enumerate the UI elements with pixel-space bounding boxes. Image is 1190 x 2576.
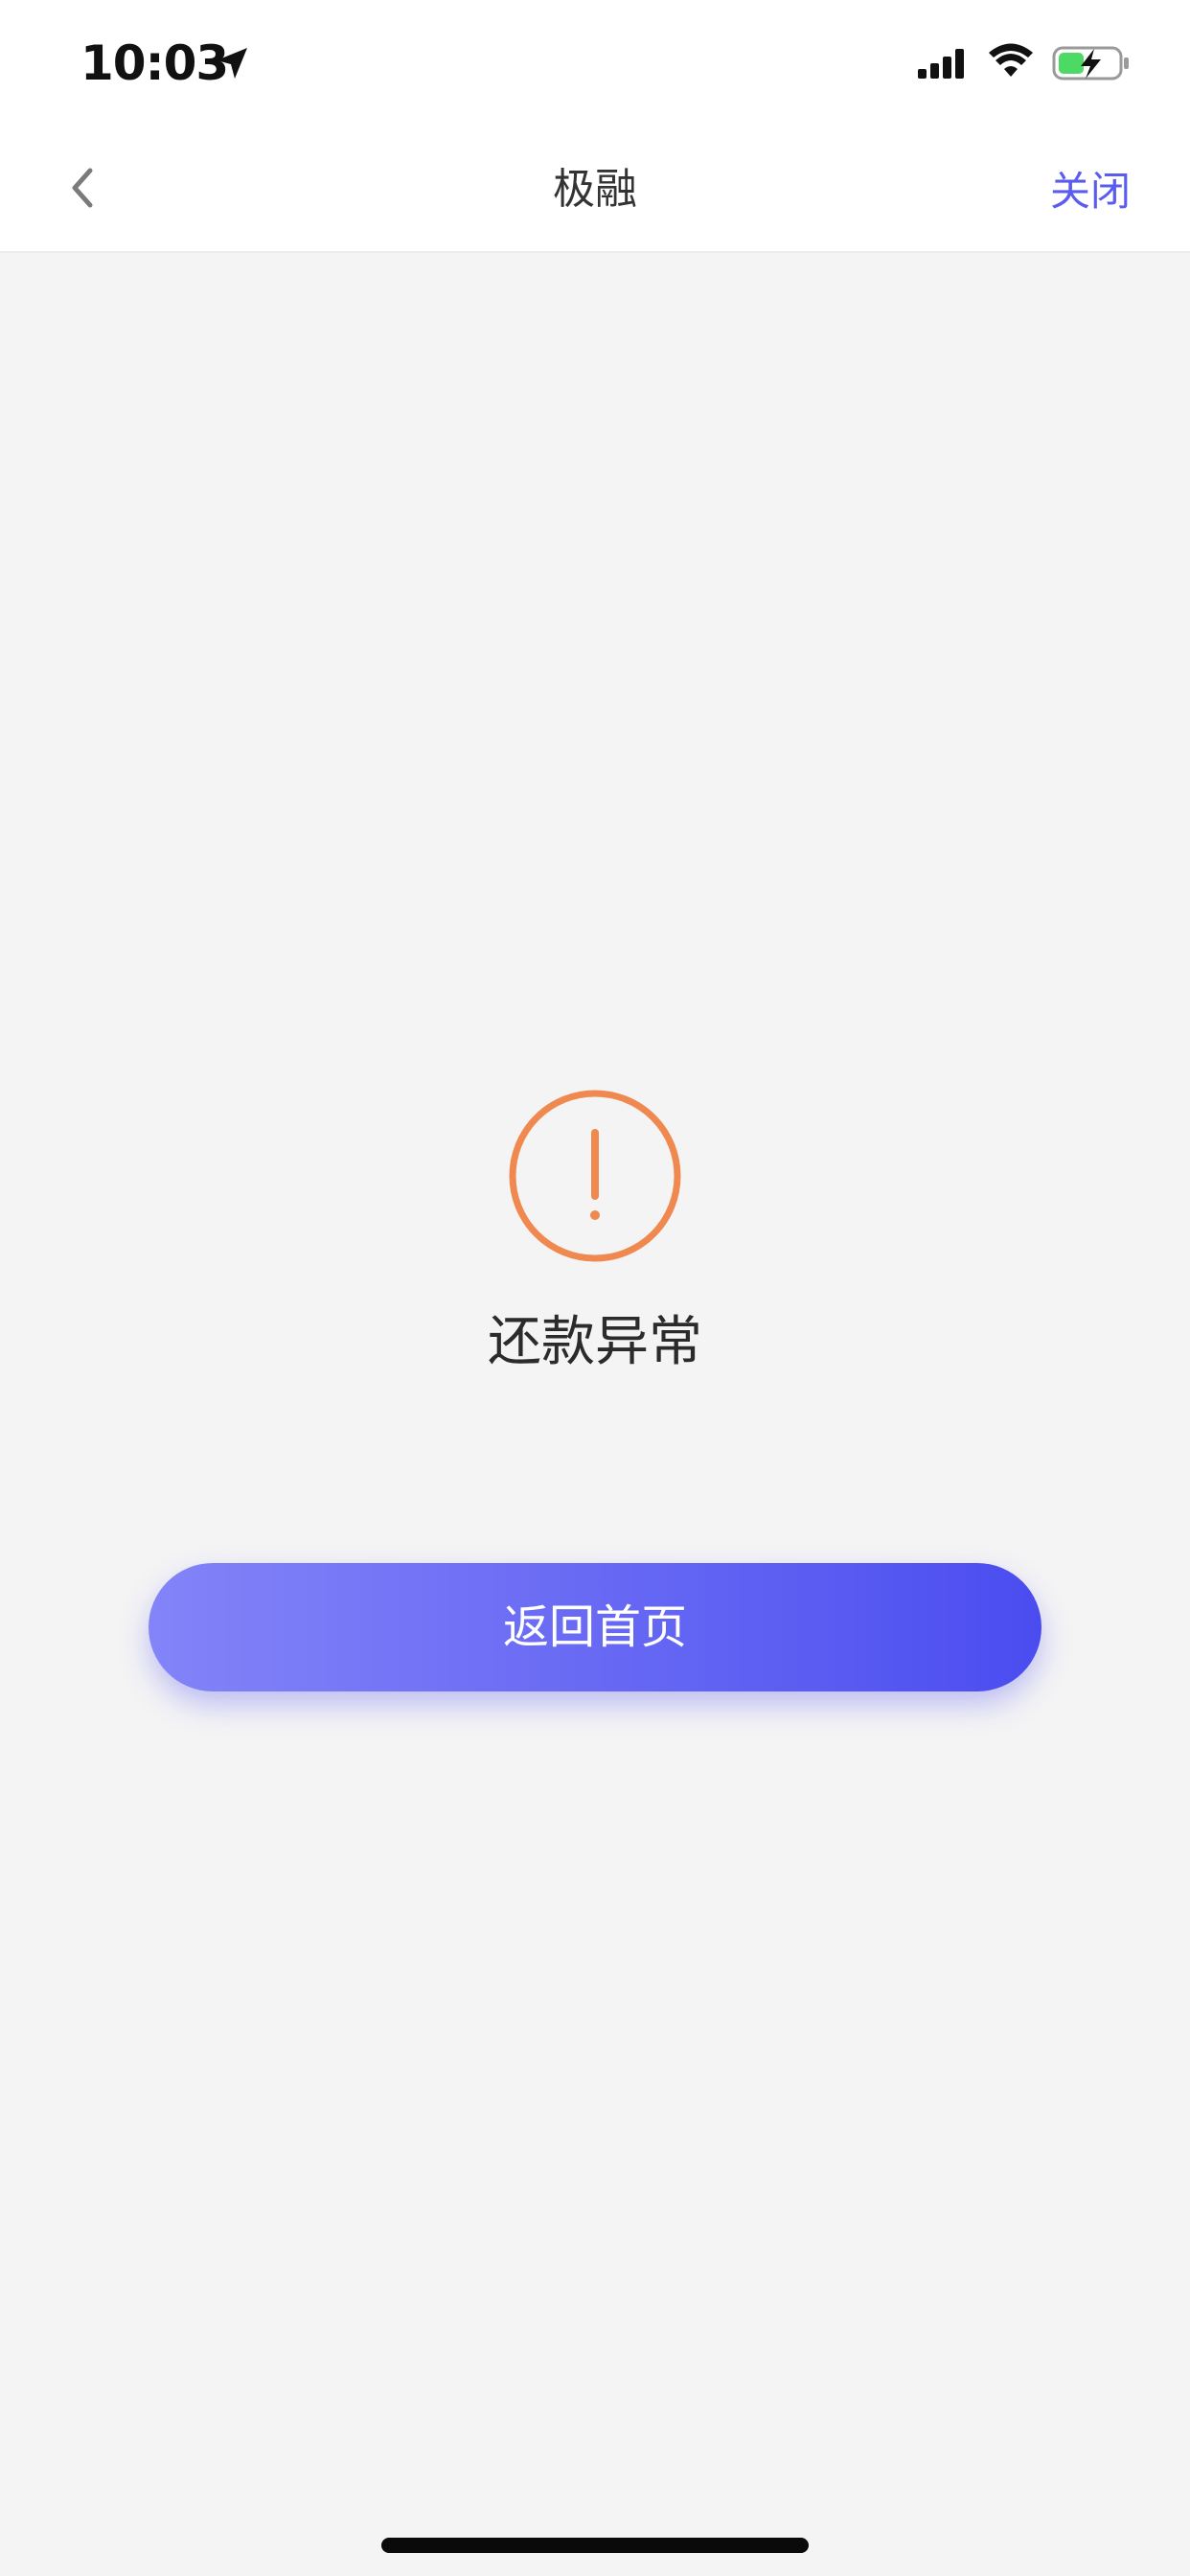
location-arrow-icon xyxy=(217,48,247,79)
close-button[interactable]: 关闭 xyxy=(1050,163,1131,220)
cellular-signal-icon xyxy=(918,49,964,79)
status-time: 10:03 xyxy=(80,35,229,91)
top-bar: 10:03 极融 关闭 xyxy=(0,0,1190,253)
home-indicator xyxy=(381,2538,809,2553)
page-title: 极融 xyxy=(553,165,637,214)
status-message: 还款异常 xyxy=(488,1311,702,1373)
return-home-button[interactable]: 返回首页 xyxy=(149,1563,1041,1691)
warning-exclamation-icon xyxy=(509,1090,681,1262)
wifi-icon xyxy=(989,43,1033,77)
battery-charging-icon xyxy=(1052,46,1129,80)
